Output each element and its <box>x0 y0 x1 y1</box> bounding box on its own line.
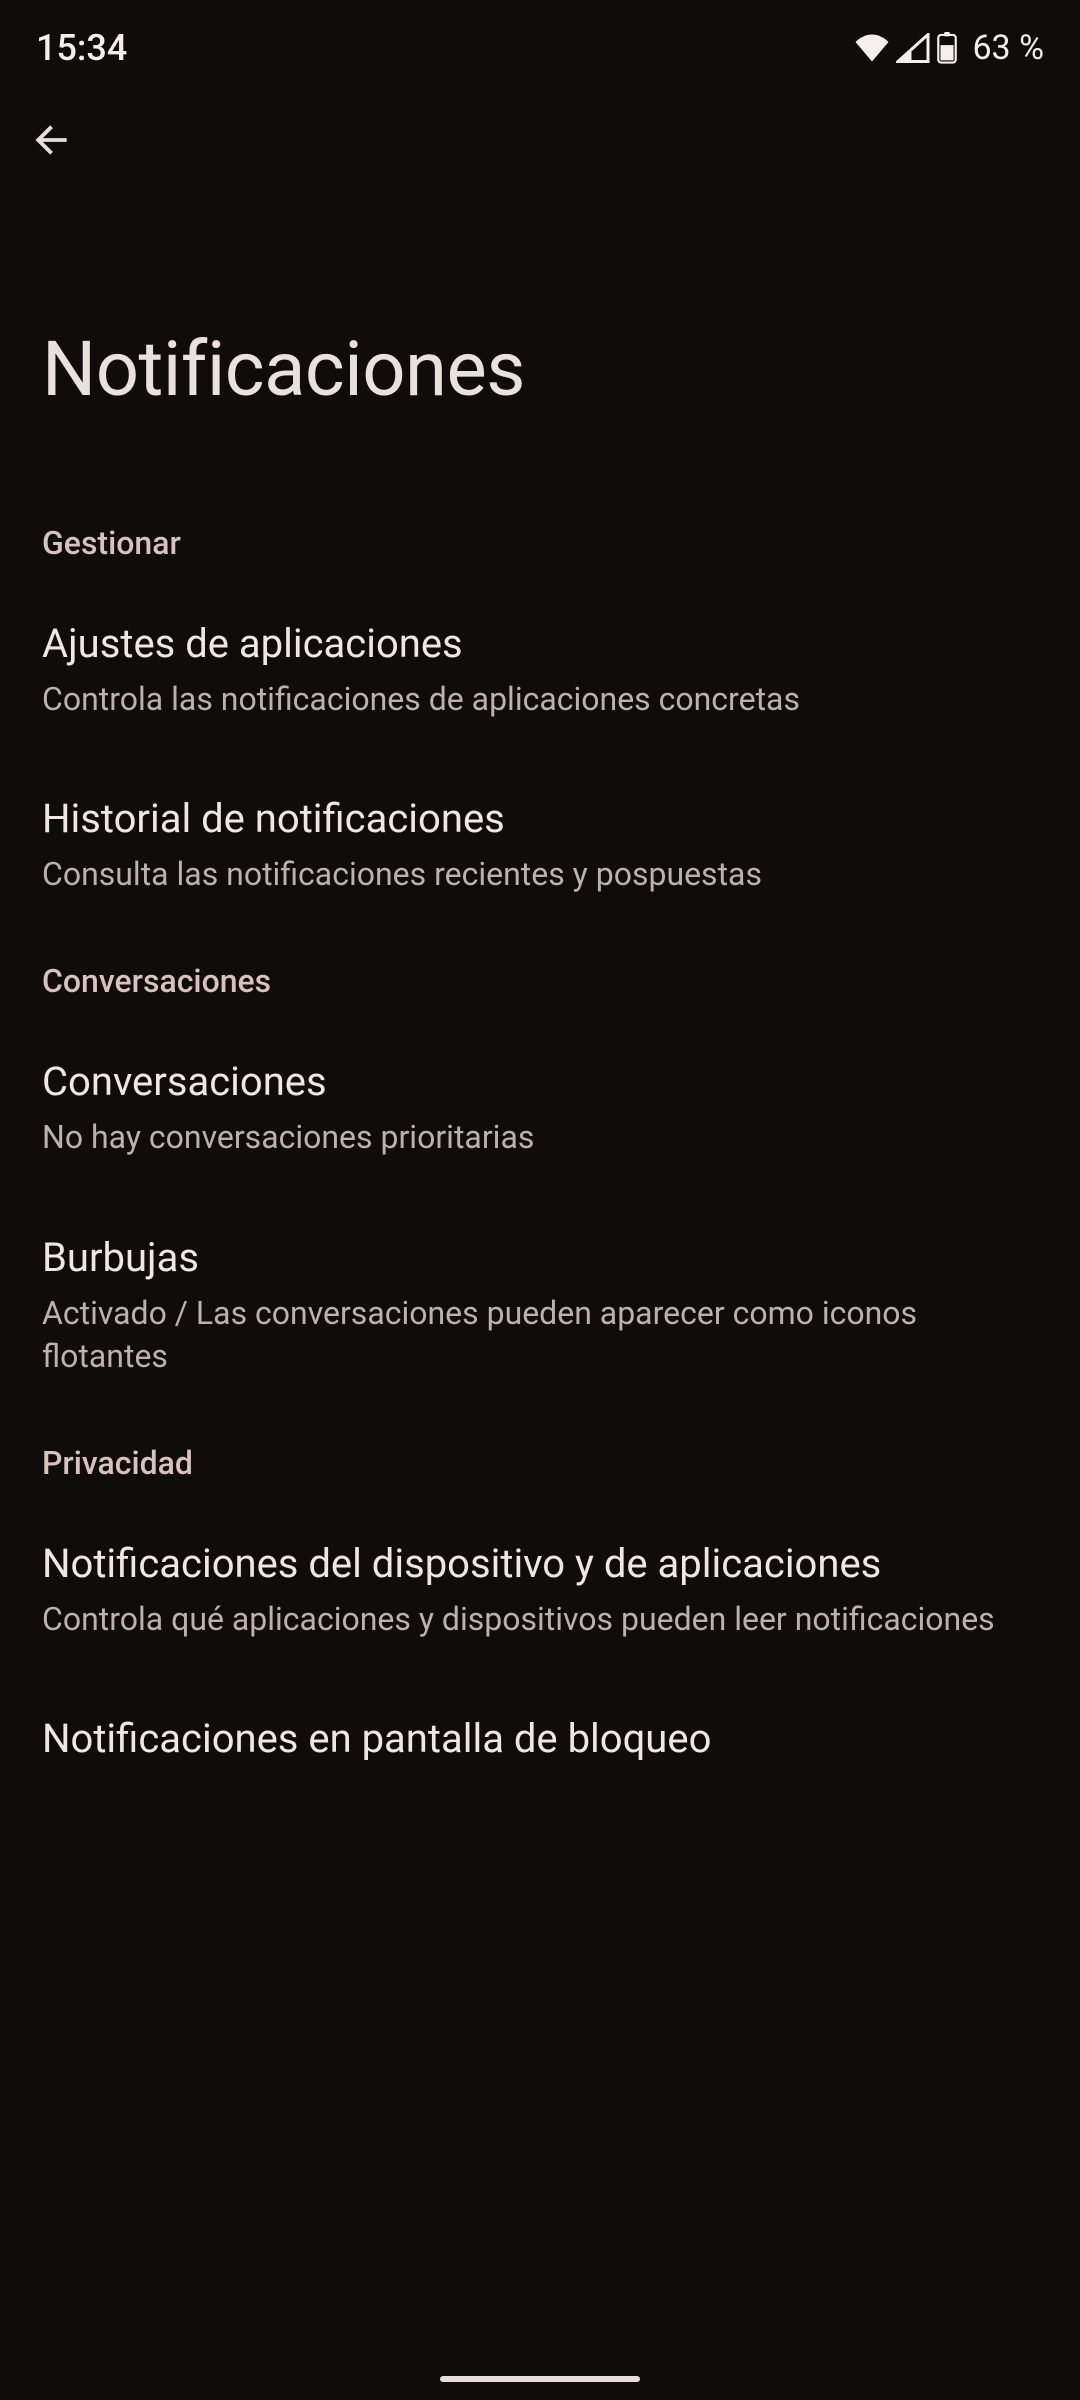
setting-lock-screen-notifications[interactable]: Notificaciones en pantalla de bloqueo <box>0 1677 1080 1801</box>
navigation-bar-handle[interactable] <box>440 2376 640 2382</box>
section-header-conversaciones: Conversaciones <box>0 932 1080 1020</box>
section-header-privacidad: Privacidad <box>0 1414 1080 1502</box>
setting-subtitle: Activado / Las conversaciones pueden apa… <box>42 1292 1038 1378</box>
setting-title: Burbujas <box>42 1232 1038 1284</box>
status-icons <box>854 32 958 64</box>
status-bar: 15:34 63 % <box>0 0 1080 96</box>
setting-title: Historial de notificaciones <box>42 793 1038 845</box>
section-header-gestionar: Gestionar <box>0 494 1080 582</box>
arrow-back-icon <box>30 118 74 162</box>
setting-subtitle: Controla las notificaciones de aplicacio… <box>42 678 1038 721</box>
setting-bubbles[interactable]: Burbujas Activado / Las conversaciones p… <box>0 1196 1080 1414</box>
setting-title: Ajustes de aplicaciones <box>42 618 1038 670</box>
signal-icon <box>896 33 930 63</box>
section-privacidad: Privacidad Notificaciones del dispositiv… <box>0 1414 1080 1801</box>
status-time: 15:34 <box>36 27 127 69</box>
battery-percentage: 63 % <box>972 28 1044 68</box>
status-right: 63 % <box>854 28 1044 68</box>
setting-conversations[interactable]: Conversaciones No hay conversaciones pri… <box>0 1020 1080 1195</box>
setting-subtitle: Consulta las notificaciones recientes y … <box>42 853 1038 896</box>
setting-title: Notificaciones del dispositivo y de apli… <box>42 1538 1038 1590</box>
setting-app-settings[interactable]: Ajustes de aplicaciones Controla las not… <box>0 582 1080 757</box>
back-button[interactable] <box>28 116 76 164</box>
battery-icon <box>936 32 958 64</box>
section-conversaciones: Conversaciones Conversaciones No hay con… <box>0 932 1080 1414</box>
wifi-icon <box>854 34 890 62</box>
setting-subtitle: Controla qué aplicaciones y dispositivos… <box>42 1598 1038 1641</box>
header <box>0 96 1080 184</box>
setting-device-app-notifications[interactable]: Notificaciones del dispositivo y de apli… <box>0 1502 1080 1677</box>
setting-notification-history[interactable]: Historial de notificaciones Consulta las… <box>0 757 1080 932</box>
setting-subtitle: No hay conversaciones prioritarias <box>42 1116 1038 1159</box>
page-title: Notificaciones <box>0 184 1080 494</box>
setting-title: Notificaciones en pantalla de bloqueo <box>42 1713 1038 1765</box>
section-gestionar: Gestionar Ajustes de aplicaciones Contro… <box>0 494 1080 932</box>
setting-title: Conversaciones <box>42 1056 1038 1108</box>
